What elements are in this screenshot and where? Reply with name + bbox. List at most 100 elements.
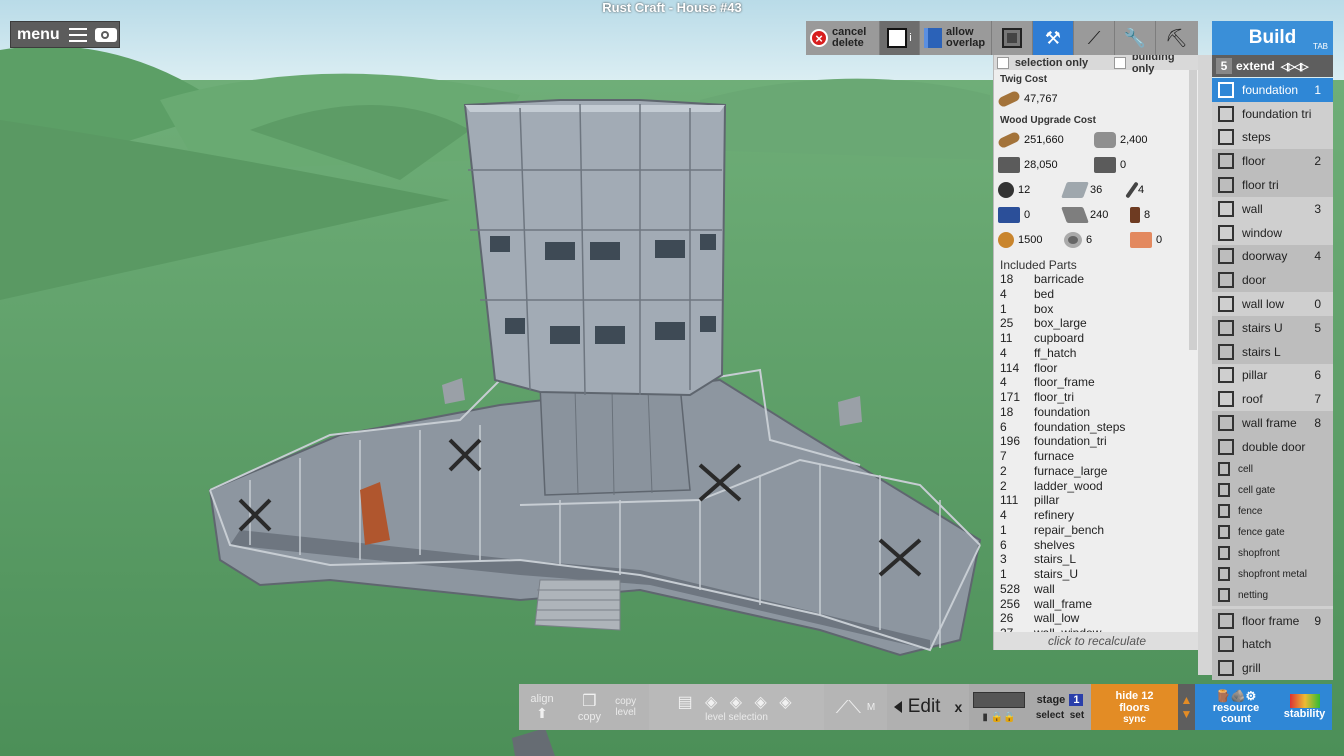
build-list-scrollbar[interactable] xyxy=(1198,55,1212,675)
build-item-foundation-tri[interactable]: foundation tri xyxy=(1212,102,1333,126)
wood-upgrade-cost-item: 2,400 xyxy=(1094,127,1190,152)
ortho-suffix: i xyxy=(909,32,912,44)
cancel-delete-button[interactable]: × cancel delete xyxy=(806,21,880,55)
build-item-cell[interactable]: cell xyxy=(1212,458,1333,480)
select-stage-button[interactable]: select xyxy=(1036,710,1064,721)
part-row: 11 cupboard xyxy=(1000,331,1199,346)
build-item-cell-gate[interactable]: cell gate xyxy=(1212,479,1333,501)
build-item-floor[interactable]: floor 2 xyxy=(1212,149,1333,174)
build-item-label: stairs L xyxy=(1242,344,1281,359)
part-name: box xyxy=(1034,301,1054,316)
camera-icon[interactable] xyxy=(95,27,117,42)
wall-icon xyxy=(1218,200,1234,217)
part-name: floor_tri xyxy=(1034,390,1075,404)
metal-icon xyxy=(998,156,1020,173)
hide-floors-label: hide 12 xyxy=(1115,689,1154,702)
build-item-netting[interactable]: netting xyxy=(1212,584,1333,606)
knife-icon: ⟋ xyxy=(1087,27,1101,48)
build-item-label: door xyxy=(1242,273,1267,288)
build-item-shopfront-metal[interactable]: shopfront metal xyxy=(1212,563,1333,585)
hide-floors-button[interactable]: hide 12 floors sync xyxy=(1091,684,1178,730)
build-item-key: 0 xyxy=(1314,297,1321,312)
pickaxe-tool-button[interactable]: ⛏ xyxy=(1156,21,1197,55)
build-item-stairs-L[interactable]: stairs L xyxy=(1212,339,1333,364)
build-item-wall-low[interactable]: wall low 0 xyxy=(1212,292,1333,316)
wood-component-cost-value: 240 xyxy=(1090,208,1109,221)
build-item-shopfront[interactable]: shopfront xyxy=(1212,542,1333,564)
cost-panel: selection only building only Twig Cost 4… xyxy=(993,55,1199,650)
shopfront-metal-icon xyxy=(1218,567,1230,582)
cost-scrollbar[interactable] xyxy=(1189,70,1197,350)
floor-up-down-buttons[interactable]: ▲ ▼ xyxy=(1178,684,1195,730)
part-qty: 18 xyxy=(1000,404,1014,419)
hammer-tool-button[interactable]: ⚒ xyxy=(1033,21,1074,55)
copy-label: copy xyxy=(577,711,602,723)
edit-close-button[interactable]: x xyxy=(954,699,962,715)
tab-hint: TAB xyxy=(1313,42,1328,51)
part-row: 18 barricade xyxy=(1000,272,1199,287)
build-item-floor-tri[interactable]: floor tri xyxy=(1212,173,1333,197)
build-item-wall[interactable]: wall 3 xyxy=(1212,197,1333,221)
build-item-doorway[interactable]: doorway 4 xyxy=(1212,244,1333,269)
building-only-checkbox[interactable] xyxy=(1114,56,1126,69)
fuel-icon xyxy=(998,231,1014,248)
cancel-icon: × xyxy=(810,29,828,47)
build-item-wall-frame[interactable]: wall frame 8 xyxy=(1212,411,1333,435)
extend-control[interactable]: 5 extend ◁▷◁▷ xyxy=(1212,55,1333,77)
build-item-key: 1 xyxy=(1314,82,1321,97)
menu-button[interactable]: menu xyxy=(10,21,120,48)
build-item-label: foundation tri xyxy=(1242,106,1312,121)
build-item-label: floor frame xyxy=(1242,613,1300,628)
part-name: wall xyxy=(1034,581,1055,596)
build-item-grill[interactable]: grill xyxy=(1212,656,1333,681)
stage-control[interactable]: stage 1 select set xyxy=(1029,684,1091,730)
leather-icon xyxy=(1130,231,1152,248)
selection-only-checkbox[interactable] xyxy=(997,56,1009,69)
copy-button[interactable]: ❒ copy copy level xyxy=(565,684,649,730)
copy-level-label[interactable]: copy level xyxy=(615,696,636,718)
part-qty: 4 xyxy=(1000,345,1007,360)
build-item-fence-gate[interactable]: fence gate xyxy=(1212,521,1333,543)
edit-button[interactable]: Edit x xyxy=(887,684,969,730)
build-tab-header[interactable]: Build TAB xyxy=(1212,21,1333,55)
build-item-stairs-U[interactable]: stairs U 5 xyxy=(1212,316,1333,340)
build-item-fence[interactable]: fence xyxy=(1212,500,1333,522)
build-item-window[interactable]: window xyxy=(1212,221,1333,245)
set-stage-button[interactable]: set xyxy=(1070,710,1084,721)
delete-label: delete xyxy=(832,37,864,49)
build-item-floor-frame[interactable]: floor frame 9 xyxy=(1212,608,1333,633)
allow-overlap-button[interactable]: allow overlap xyxy=(920,21,992,55)
part-name: ladder_wood xyxy=(1034,478,1103,493)
floor-tri-icon xyxy=(1218,177,1234,194)
part-name: shelves xyxy=(1034,537,1075,552)
stone-icon xyxy=(1094,131,1116,148)
build-item-double-door[interactable]: double door xyxy=(1212,435,1333,459)
mirror-button[interactable]: ⟋⟍ M xyxy=(824,684,887,730)
align-button[interactable]: align ⬆ xyxy=(519,684,565,730)
build-item-roof[interactable]: roof 7 xyxy=(1212,387,1333,411)
part-row: 256 wall_frame xyxy=(1000,597,1199,612)
part-qty: 18 xyxy=(1000,272,1014,286)
orthographic-toggle-button[interactable]: i xyxy=(880,21,920,55)
build-item-pillar[interactable]: pillar 6 xyxy=(1212,364,1333,388)
build-item-steps[interactable]: steps xyxy=(1212,126,1333,150)
resource-count-button[interactable]: 🪵🪨⚙ resource count xyxy=(1195,684,1277,730)
build-item-label: roof xyxy=(1242,392,1263,407)
fence-icon xyxy=(1218,504,1230,519)
block-tool-button[interactable] xyxy=(992,21,1033,55)
build-item-door[interactable]: door xyxy=(1212,268,1333,293)
recalculate-button[interactable]: click to recalculate xyxy=(994,632,1199,650)
build-item-hatch[interactable]: hatch xyxy=(1212,632,1333,657)
knife-tool-button[interactable]: ⟋ xyxy=(1074,21,1115,55)
part-name: pillar xyxy=(1034,493,1060,508)
part-qty: 256 xyxy=(1000,596,1021,611)
stability-button[interactable]: stability xyxy=(1277,684,1332,730)
level-selection-control[interactable]: ▤ ◈ ◈ ◈ ◈ level selection xyxy=(649,684,824,730)
wood-component-cost-item: 36 xyxy=(1061,177,1130,202)
build-item-foundation[interactable]: foundation 1 xyxy=(1212,78,1333,102)
steps-icon xyxy=(1218,129,1234,146)
build-item-key: 3 xyxy=(1314,201,1321,216)
build-item-key: 7 xyxy=(1314,392,1321,407)
wrench-tool-button[interactable]: 🔧 xyxy=(1115,21,1156,55)
selection-box[interactable]: ▮ 🔒🔒 xyxy=(969,684,1029,730)
